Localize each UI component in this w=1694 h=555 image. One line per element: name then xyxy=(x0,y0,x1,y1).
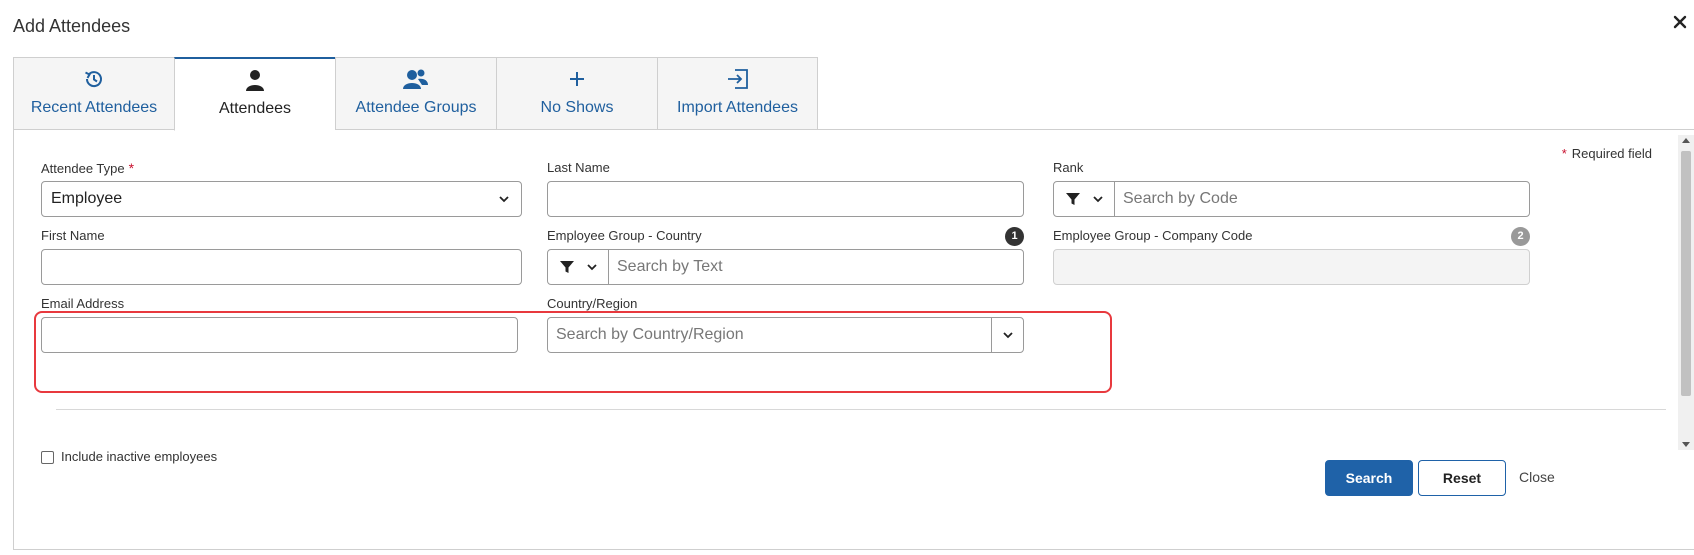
tab-label: Recent Attendees xyxy=(30,99,158,116)
dialog-title: Add Attendees xyxy=(13,16,131,36)
person-icon xyxy=(175,68,335,92)
tab-attendees[interactable]: Attendees xyxy=(174,57,335,131)
chevron-down-icon xyxy=(499,196,509,203)
attendee-type-value: Employee xyxy=(51,190,123,207)
scrollbar[interactable] xyxy=(1678,135,1694,450)
emp-group-country-label: Employee Group - Country xyxy=(547,228,702,243)
tab-label: Import Attendees xyxy=(677,99,798,116)
chevron-down-icon xyxy=(1093,196,1103,203)
tab-recent-attendees[interactable]: Recent Attendees xyxy=(13,57,174,130)
last-name-input[interactable] xyxy=(547,181,1024,217)
tab-attendee-groups[interactable]: Attendee Groups xyxy=(335,57,496,130)
rank-search-input[interactable]: Search by Code xyxy=(1123,190,1238,208)
chevron-down-icon xyxy=(1003,332,1013,339)
rank-filter-button[interactable] xyxy=(1054,182,1115,216)
country-region-dropdown-button[interactable] xyxy=(991,318,1023,352)
tab-bar: Recent Attendees Attendees Attendee Grou… xyxy=(13,57,818,131)
scroll-thumb[interactable] xyxy=(1681,151,1691,396)
country-filter-button[interactable] xyxy=(548,250,609,284)
attendee-type-select[interactable]: Employee xyxy=(41,181,522,217)
group-icon xyxy=(336,67,496,91)
emp-group-country-input[interactable]: Search by Text xyxy=(617,258,723,276)
required-field-note: * Required field xyxy=(1561,146,1652,161)
first-name-input[interactable] xyxy=(41,249,522,285)
emp-group-company-input xyxy=(1053,249,1530,285)
include-inactive-label: Include inactive employees xyxy=(61,449,218,464)
reset-button[interactable]: Reset xyxy=(1418,460,1506,496)
emp-group-country-field: Search by Text xyxy=(547,249,1024,285)
tab-label: Attendees xyxy=(218,100,292,117)
tab-label: Attendee Groups xyxy=(355,99,477,116)
filter-icon xyxy=(1066,193,1080,205)
filter-icon xyxy=(560,261,574,273)
scroll-up-arrow-icon[interactable] xyxy=(1682,138,1690,143)
plus-icon xyxy=(497,67,657,91)
tab-import-attendees[interactable]: Import Attendees xyxy=(657,57,818,130)
emp-group-company-label: Employee Group - Company Code xyxy=(1053,228,1253,243)
email-input[interactable] xyxy=(41,317,518,353)
email-label: Email Address xyxy=(41,296,125,311)
country-region-label: Country/Region xyxy=(547,296,638,311)
search-form-panel: * Required field Attendee Type * Employee … xyxy=(13,129,1694,550)
first-name-label: First Name xyxy=(41,228,105,243)
country-region-input[interactable]: Search by Country/Region xyxy=(556,326,744,344)
last-name-label: Last Name xyxy=(547,160,610,175)
search-button[interactable]: Search xyxy=(1325,460,1413,496)
include-inactive-checkbox[interactable] xyxy=(41,451,54,464)
import-icon xyxy=(658,67,817,91)
step-badge: 1 xyxy=(1005,227,1024,246)
tab-no-shows[interactable]: No Shows xyxy=(496,57,657,130)
rank-label: Rank xyxy=(1053,160,1084,175)
history-icon xyxy=(14,67,174,91)
close-button[interactable]: Close xyxy=(1519,469,1555,485)
divider xyxy=(56,409,1666,410)
country-region-field: Search by Country/Region xyxy=(547,317,1024,353)
tab-label: No Shows xyxy=(540,99,614,116)
chevron-down-icon xyxy=(587,264,597,271)
rank-field: Search by Code xyxy=(1053,181,1530,217)
step-badge: 2 xyxy=(1511,227,1530,246)
close-icon[interactable] xyxy=(1670,12,1690,32)
scroll-down-arrow-icon[interactable] xyxy=(1682,442,1690,447)
attendee-type-label: Attendee Type * xyxy=(41,160,135,176)
